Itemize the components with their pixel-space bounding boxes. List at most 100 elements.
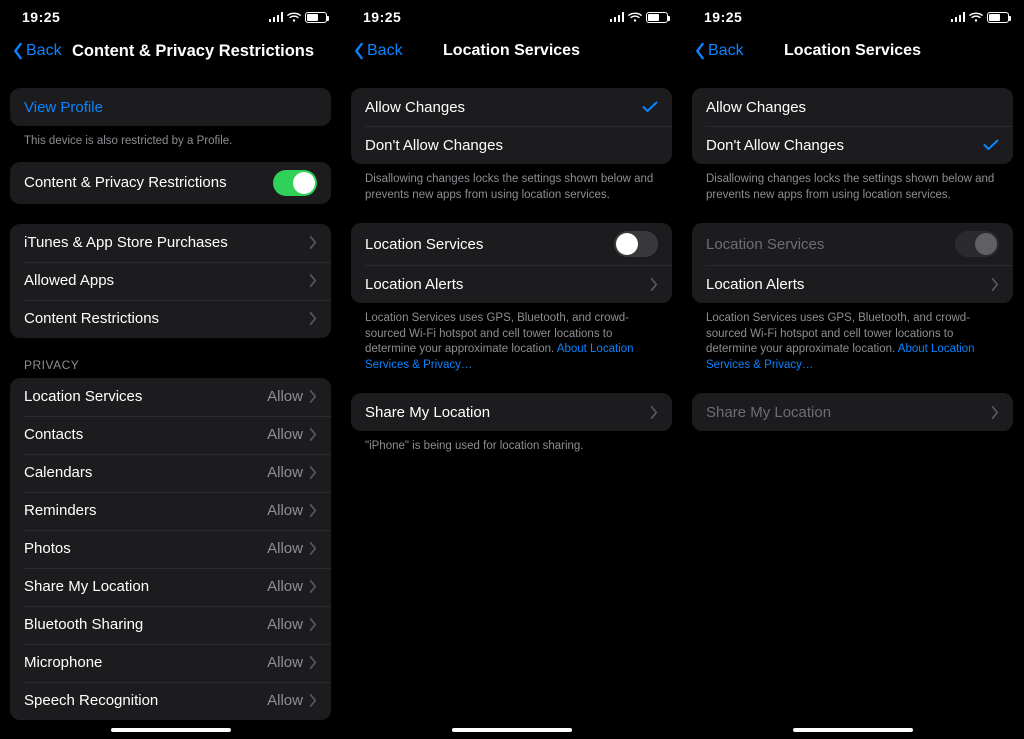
back-label: Back xyxy=(367,42,403,60)
battery-icon xyxy=(305,12,327,23)
share-my-location-row[interactable]: Share My Location xyxy=(351,393,672,431)
chevron-left-icon xyxy=(353,42,365,60)
location-services-toggle-row: Location Services xyxy=(692,223,1013,265)
home-indicator[interactable] xyxy=(452,728,572,733)
allow-changes-row[interactable]: Allow Changes xyxy=(351,88,672,126)
row-label: Bluetooth Sharing xyxy=(24,616,143,633)
dont-allow-changes-row[interactable]: Don't Allow Changes xyxy=(692,126,1013,164)
profile-footer: This device is also restricted by a Prof… xyxy=(10,134,331,150)
chevron-right-icon xyxy=(309,312,317,325)
page-title: Location Services xyxy=(443,42,580,59)
status-time: 19:25 xyxy=(363,9,401,25)
itunes-row[interactable]: iTunes & App Store Purchases xyxy=(10,224,331,262)
wifi-icon xyxy=(628,10,642,24)
nav-bar: Back Location Services xyxy=(341,28,682,74)
chevron-right-icon xyxy=(309,504,317,517)
content-privacy-toggle-label: Content & Privacy Restrictions xyxy=(24,174,227,191)
privacy-row[interactable]: Speech Recognition Allow xyxy=(10,682,331,720)
changes-footer: Disallowing changes locks the settings s… xyxy=(351,172,672,203)
check-icon xyxy=(642,101,658,113)
back-button[interactable]: Back xyxy=(690,40,748,62)
privacy-row[interactable]: Reminders Allow xyxy=(10,492,331,530)
wifi-icon xyxy=(969,10,983,24)
row-value: Allow xyxy=(267,464,303,481)
row-label: Contacts xyxy=(24,426,83,443)
back-label: Back xyxy=(26,42,62,60)
chevron-right-icon xyxy=(309,466,317,479)
group-location: Location Services Location Alerts xyxy=(692,223,1013,303)
chevron-right-icon xyxy=(309,236,317,249)
battery-icon xyxy=(987,12,1009,23)
row-label: Location Alerts xyxy=(706,276,804,293)
location-alerts-row[interactable]: Location Alerts xyxy=(351,265,672,303)
row-label: Location Services xyxy=(24,388,142,405)
row-value: Allow xyxy=(267,502,303,519)
row-value: Allow xyxy=(267,654,303,671)
group-changes: Allow Changes Don't Allow Changes xyxy=(692,88,1013,164)
share-footer: "iPhone" is being used for location shar… xyxy=(351,439,672,455)
screen-location-services-locked: 19:25 Back Location Services Allow Chang… xyxy=(682,0,1023,739)
row-label: Speech Recognition xyxy=(24,692,158,709)
status-icons xyxy=(610,10,669,24)
group-changes: Allow Changes Don't Allow Changes xyxy=(351,88,672,164)
dont-allow-changes-row[interactable]: Don't Allow Changes xyxy=(351,126,672,164)
allow-changes-row[interactable]: Allow Changes xyxy=(692,88,1013,126)
status-bar: 19:25 xyxy=(682,0,1023,28)
privacy-row[interactable]: Location Services Allow xyxy=(10,378,331,416)
content-privacy-toggle[interactable] xyxy=(273,170,317,196)
row-label: Location Alerts xyxy=(365,276,463,293)
location-footer: Location Services uses GPS, Bluetooth, a… xyxy=(692,311,1013,373)
group-cp-toggle: Content & Privacy Restrictions xyxy=(10,162,331,204)
group-privacy: Location Services Allow Contacts Allow C… xyxy=(10,378,331,720)
wifi-icon xyxy=(287,10,301,24)
home-indicator[interactable] xyxy=(111,728,231,733)
content-privacy-toggle-row[interactable]: Content & Privacy Restrictions xyxy=(10,162,331,204)
row-value: Allow xyxy=(267,388,303,405)
privacy-row[interactable]: Microphone Allow xyxy=(10,644,331,682)
row-label: Content Restrictions xyxy=(24,310,159,327)
back-button[interactable]: Back xyxy=(349,40,407,62)
page-title: Location Services xyxy=(784,42,921,59)
page-title: Content & Privacy Restrictions xyxy=(72,42,314,60)
privacy-row[interactable]: Share My Location Allow xyxy=(10,568,331,606)
group-profile: View Profile xyxy=(10,88,331,126)
chevron-left-icon xyxy=(12,42,24,60)
chevron-right-icon xyxy=(991,406,999,419)
location-alerts-row[interactable]: Location Alerts xyxy=(692,265,1013,303)
chevron-right-icon xyxy=(309,618,317,631)
chevron-right-icon xyxy=(309,656,317,669)
signal-icon xyxy=(610,12,625,22)
row-label: Allowed Apps xyxy=(24,272,114,289)
privacy-section-header: Privacy xyxy=(10,358,331,378)
row-label: Share My Location xyxy=(24,578,149,595)
row-label: Location Services xyxy=(706,236,824,253)
allowed-apps-row[interactable]: Allowed Apps xyxy=(10,262,331,300)
group-share: Share My Location xyxy=(351,393,672,431)
chevron-right-icon xyxy=(650,278,658,291)
privacy-row[interactable]: Calendars Allow xyxy=(10,454,331,492)
status-bar: 19:25 xyxy=(341,0,682,28)
row-label: Don't Allow Changes xyxy=(706,137,844,154)
privacy-row[interactable]: Bluetooth Sharing Allow xyxy=(10,606,331,644)
status-time: 19:25 xyxy=(22,9,60,25)
home-indicator[interactable] xyxy=(793,728,913,733)
back-button[interactable]: Back xyxy=(8,40,66,62)
chevron-right-icon xyxy=(309,580,317,593)
view-profile-row[interactable]: View Profile xyxy=(10,88,331,126)
signal-icon xyxy=(269,12,284,22)
chevron-right-icon xyxy=(309,542,317,555)
view-profile-label: View Profile xyxy=(24,99,103,116)
screen-content-privacy: 19:25 Back Content & Privacy Restriction… xyxy=(0,0,341,739)
content-restrictions-row[interactable]: Content Restrictions xyxy=(10,300,331,338)
chevron-right-icon xyxy=(309,428,317,441)
privacy-row[interactable]: Contacts Allow xyxy=(10,416,331,454)
row-value: Allow xyxy=(267,692,303,709)
location-services-toggle[interactable] xyxy=(614,231,658,257)
row-label: Calendars xyxy=(24,464,92,481)
privacy-row[interactable]: Photos Allow xyxy=(10,530,331,568)
row-label: Allow Changes xyxy=(706,99,806,116)
group-restrictions-shortcuts: iTunes & App Store Purchases Allowed App… xyxy=(10,224,331,338)
row-label: Don't Allow Changes xyxy=(365,137,503,154)
location-services-toggle-row[interactable]: Location Services xyxy=(351,223,672,265)
row-value: Allow xyxy=(267,616,303,633)
